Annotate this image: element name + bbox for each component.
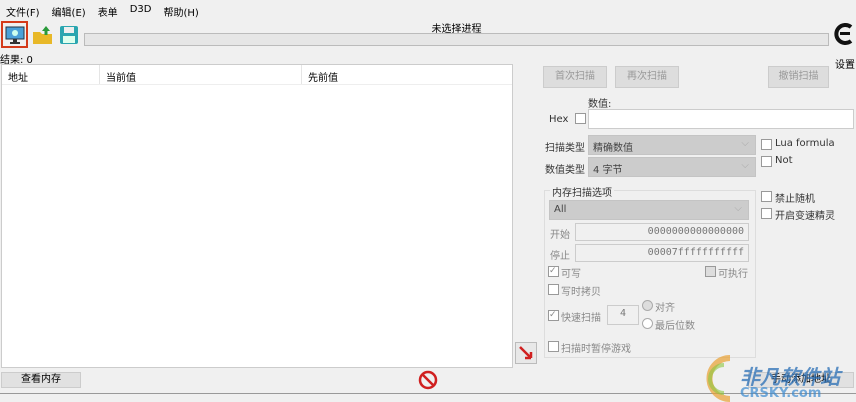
writable-checkbox[interactable]: ✓ bbox=[548, 266, 559, 277]
column-current-value[interactable]: 当前值 bbox=[100, 65, 302, 84]
disable-random-label: 禁止随机 bbox=[775, 194, 815, 205]
pause-game-label: 扫描时暂停游戏 bbox=[561, 344, 631, 355]
copy-on-write-checkbox[interactable] bbox=[548, 284, 559, 295]
no-entry-icon bbox=[418, 370, 438, 390]
start-address-input[interactable]: 0000000000000000 bbox=[575, 223, 749, 241]
speedhack-checkbox[interactable] bbox=[761, 208, 772, 219]
fast-scan-value-input[interactable]: 4 bbox=[607, 305, 639, 325]
settings-button[interactable] bbox=[833, 22, 855, 48]
cheat-engine-logo-icon bbox=[834, 23, 853, 45]
clear-list-button[interactable] bbox=[418, 370, 438, 390]
column-address[interactable]: 地址 bbox=[2, 65, 100, 84]
hex-checkbox[interactable] bbox=[575, 113, 586, 124]
memory-region-select[interactable]: All bbox=[549, 200, 749, 220]
undo-scan-button[interactable]: 撤销扫描 bbox=[768, 66, 829, 88]
settings-label: 设置 bbox=[835, 60, 855, 71]
first-scan-button[interactable]: 首次扫描 bbox=[543, 66, 607, 88]
pause-game-checkbox[interactable] bbox=[548, 341, 559, 352]
not-label: Not bbox=[775, 155, 793, 166]
list-header: 地址 当前值 先前值 bbox=[2, 65, 512, 85]
align-radio[interactable] bbox=[642, 300, 653, 311]
fast-scan-label: 快速扫描 bbox=[561, 313, 601, 324]
start-label: 开始 bbox=[550, 230, 570, 241]
scan-type-select[interactable]: 精确数值 bbox=[588, 135, 756, 155]
menu-table[interactable]: 表单 bbox=[98, 4, 118, 19]
open-folder-icon bbox=[32, 25, 52, 44]
memory-scan-options-title: 内存扫描选项 bbox=[550, 184, 614, 199]
red-arrow-icon bbox=[519, 346, 533, 360]
menu-bar: 文件(F) 编辑(E) 表单 D3D 帮助(H) bbox=[0, 0, 205, 19]
value-type-label: 数值类型 bbox=[545, 165, 585, 176]
value-label: 数值: bbox=[588, 99, 612, 110]
open-file-button[interactable] bbox=[29, 21, 56, 48]
watermark-subtext: CRSKY.com bbox=[740, 386, 822, 401]
speedhack-label: 开启变速精灵 bbox=[775, 211, 835, 222]
stop-label: 停止 bbox=[550, 251, 570, 262]
watermark-logo-icon bbox=[706, 355, 731, 402]
not-checkbox[interactable] bbox=[761, 156, 772, 167]
lua-formula-label: Lua formula bbox=[775, 138, 835, 149]
disable-random-checkbox[interactable] bbox=[761, 191, 772, 202]
executable-checkbox[interactable] bbox=[705, 266, 716, 277]
lua-formula-checkbox[interactable] bbox=[761, 139, 772, 150]
menu-edit[interactable]: 编辑(E) bbox=[52, 4, 86, 19]
copy-on-write-label: 写时拷贝 bbox=[561, 287, 601, 298]
progress-bar bbox=[84, 33, 829, 46]
hex-label: Hex bbox=[549, 114, 569, 125]
writable-label: 可写 bbox=[561, 269, 581, 280]
stop-address-input[interactable]: 00007fffffffffff bbox=[575, 244, 749, 262]
align-label: 对齐 bbox=[655, 303, 675, 314]
executable-label: 可执行 bbox=[718, 269, 748, 280]
last-digits-label: 最后位数 bbox=[655, 321, 695, 332]
scan-type-label: 扫描类型 bbox=[545, 143, 585, 154]
value-input[interactable] bbox=[588, 109, 854, 129]
menu-help[interactable]: 帮助(H) bbox=[163, 4, 198, 19]
add-to-list-button[interactable] bbox=[515, 342, 537, 364]
menu-d3d[interactable]: D3D bbox=[130, 4, 152, 15]
watermark: 非凡软件站 CRSKY.com bbox=[700, 355, 850, 402]
view-memory-button[interactable]: 查看内存 bbox=[1, 372, 81, 388]
fast-scan-checkbox[interactable]: ✓ bbox=[548, 310, 559, 321]
menu-file[interactable]: 文件(F) bbox=[6, 4, 40, 19]
select-process-button[interactable] bbox=[1, 21, 28, 48]
results-list[interactable]: 地址 当前值 先前值 bbox=[1, 64, 513, 368]
next-scan-button[interactable]: 再次扫描 bbox=[615, 66, 679, 88]
last-digits-radio[interactable] bbox=[642, 318, 653, 329]
monitor-icon bbox=[5, 26, 24, 44]
column-previous-value[interactable]: 先前值 bbox=[302, 65, 512, 84]
save-disk-icon bbox=[59, 25, 78, 44]
value-type-select[interactable]: 4 字节 bbox=[588, 157, 756, 177]
save-button[interactable] bbox=[55, 21, 82, 48]
